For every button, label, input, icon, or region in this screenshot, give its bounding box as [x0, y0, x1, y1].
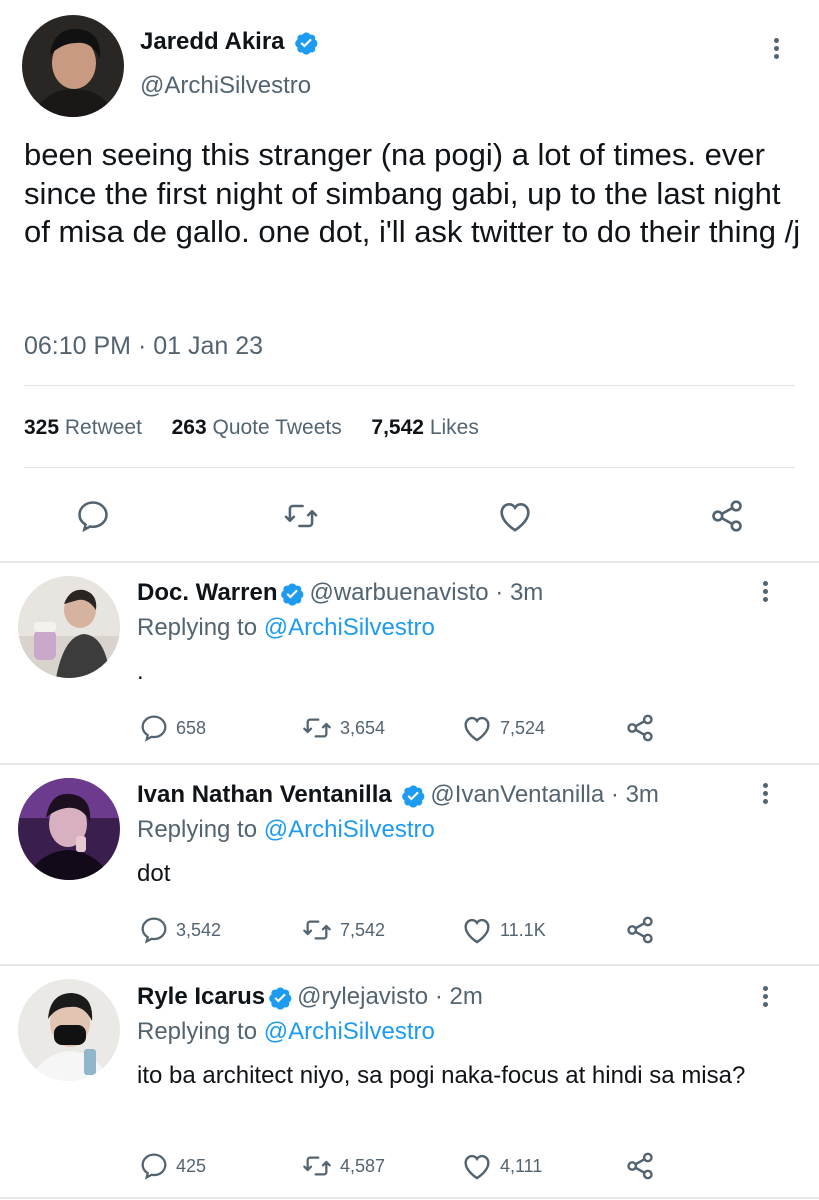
heart-icon[interactable]	[495, 496, 535, 536]
share-icon	[627, 916, 653, 944]
comment-icon[interactable]	[74, 497, 112, 535]
quote-count: 263	[171, 416, 207, 439]
comment-icon	[141, 1153, 167, 1180]
retweet-button[interactable]: 3,654	[300, 712, 385, 744]
like-count: 4,111	[500, 1155, 543, 1176]
comment-icon	[141, 917, 167, 944]
share-icon	[627, 714, 653, 742]
replying-to-label: Replying to	[137, 816, 258, 843]
retweet-stat[interactable]: 325 Retweet	[24, 416, 142, 439]
replying-to: Replying to @ArchiSilvestro	[137, 816, 435, 844]
replying-to-label: Replying to	[137, 1018, 258, 1045]
share-button[interactable]	[623, 913, 663, 947]
reply-time[interactable]: · 2m	[435, 983, 483, 1010]
reply-header: Ivan Nathan Ventanilla @IvanVentanilla ·…	[137, 781, 659, 809]
like-button[interactable]: 11.1K	[460, 913, 546, 947]
mention-link[interactable]: @ArchiSilvestro	[264, 614, 435, 641]
divider	[0, 964, 819, 966]
reply-author-name[interactable]: Ivan Nathan Ventanilla	[137, 781, 392, 808]
avatar[interactable]	[18, 778, 120, 880]
reply-button[interactable]: 425	[138, 1150, 206, 1182]
reply-count: 3,542	[176, 919, 222, 940]
avatar[interactable]	[18, 576, 120, 678]
replying-to-label: Replying to	[137, 614, 258, 641]
reply-text: .	[137, 658, 144, 685]
divider	[0, 1197, 819, 1199]
divider	[24, 467, 795, 468]
like-stat[interactable]: 7,542 Likes	[371, 416, 478, 439]
reply-count: 425	[176, 1155, 207, 1176]
tweet-stats: 325 Retweet 263 Quote Tweets 7,542 Likes	[24, 416, 479, 440]
divider	[0, 763, 819, 765]
share-button[interactable]	[623, 711, 663, 745]
reply-button[interactable]: 3,542	[138, 914, 221, 946]
author-handle[interactable]: @ArchiSilvestro	[140, 72, 311, 100]
retweet-button[interactable]: 4,587	[300, 1150, 385, 1182]
retweet-icon	[303, 920, 331, 940]
author-name[interactable]: Jaredd Akira	[140, 28, 319, 56]
reply-text: ito ba architect niyo, sa pogi naka-focu…	[137, 1062, 746, 1089]
reply-author-handle[interactable]: @IvanVentanilla	[430, 781, 604, 808]
retweet-button[interactable]: 7,542	[300, 914, 385, 946]
reply-author-handle[interactable]: @rylejavisto	[297, 983, 428, 1010]
like-count: 7,524	[500, 717, 546, 738]
reply-text: dot	[137, 860, 171, 887]
heart-icon	[464, 716, 490, 742]
reply-time[interactable]: · 3m	[611, 781, 659, 808]
tweet-timestamp[interactable]: 06:10 PM · 01 Jan 23	[24, 332, 263, 361]
heart-icon	[464, 1154, 490, 1180]
comment-icon	[141, 715, 167, 742]
verified-badge-icon	[402, 785, 425, 808]
more-vertical-icon[interactable]	[763, 783, 769, 807]
reply-header: Ryle Icarus @rylejavisto · 2m	[137, 983, 483, 1011]
share-icon	[627, 1152, 653, 1180]
retweet-icon[interactable]	[281, 497, 321, 535]
reply-time[interactable]: · 3m	[495, 579, 543, 606]
replying-to: Replying to @ArchiSilvestro	[137, 1018, 435, 1046]
replying-to: Replying to @ArchiSilvestro	[137, 614, 435, 642]
more-vertical-icon[interactable]	[774, 38, 780, 62]
retweet-icon	[303, 718, 331, 738]
mention-link[interactable]: @ArchiSilvestro	[264, 1018, 435, 1045]
heart-icon	[464, 918, 490, 944]
verified-badge-icon	[281, 583, 304, 606]
retweet-count: 4,587	[340, 1155, 386, 1176]
tweet-text: been seeing this stranger (na pogi) a lo…	[24, 137, 801, 249]
like-button[interactable]: 4,111	[460, 1149, 542, 1183]
reply-button[interactable]: 658	[138, 712, 206, 744]
retweet-label: Retweet	[64, 416, 142, 439]
divider	[24, 385, 795, 386]
more-vertical-icon[interactable]	[763, 581, 769, 605]
divider	[0, 561, 819, 563]
reply-author-handle[interactable]: @warbuenavisto	[309, 579, 488, 606]
mention-link[interactable]: @ArchiSilvestro	[264, 816, 435, 843]
retweet-count: 3,654	[340, 717, 386, 738]
avatar[interactable]	[22, 15, 124, 117]
reply-header: Doc. Warren @warbuenavisto · 3m	[137, 579, 543, 607]
share-icon[interactable]	[707, 496, 747, 536]
like-count: 7,542	[371, 416, 424, 439]
reply-author-name[interactable]: Ryle Icarus	[137, 983, 265, 1010]
retweet-count: 325	[24, 416, 60, 439]
avatar[interactable]	[18, 979, 120, 1081]
more-vertical-icon[interactable]	[763, 986, 769, 1010]
like-button[interactable]: 7,524	[460, 711, 545, 745]
like-count: 11.1K	[500, 919, 546, 940]
reply-author-name[interactable]: Doc. Warren	[137, 579, 277, 606]
share-button[interactable]	[623, 1149, 663, 1183]
retweet-icon	[303, 1156, 331, 1176]
retweet-count: 7,542	[340, 919, 386, 940]
verified-badge-icon	[269, 987, 292, 1010]
like-label: Likes	[429, 416, 479, 439]
quote-stat[interactable]: 263 Quote Tweets	[172, 416, 342, 439]
verified-badge-icon	[295, 32, 318, 55]
reply-count: 658	[176, 717, 207, 738]
quote-label: Quote Tweets	[212, 416, 342, 439]
author-name-text[interactable]: Jaredd Akira	[140, 28, 285, 55]
